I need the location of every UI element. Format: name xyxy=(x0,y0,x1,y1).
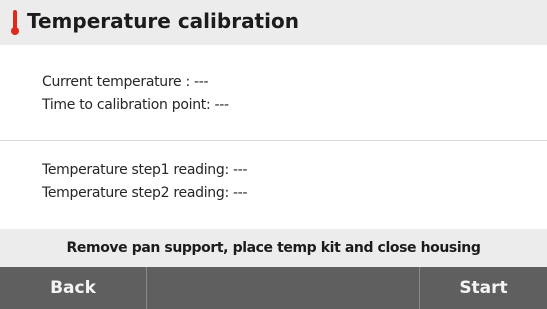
middle-softkey[interactable] xyxy=(147,267,420,309)
instruction-bar: Remove pan support, place temp kit and c… xyxy=(0,229,547,267)
step-readings-panel: Temperature step1 reading: --- Temperatu… xyxy=(0,141,547,229)
page-title: Temperature calibration xyxy=(27,9,299,33)
instruction-text: Remove pan support, place temp kit and c… xyxy=(66,240,481,256)
current-temperature-text: Current temperature : --- xyxy=(42,74,209,90)
step1-reading-text: Temperature step1 reading: --- xyxy=(42,162,248,178)
back-button[interactable]: Back xyxy=(0,267,147,309)
start-button[interactable]: Start xyxy=(420,267,547,309)
softkey-bar: Back Start xyxy=(0,267,547,309)
calibration-info-panel: Current temperature : --- Time to calibr… xyxy=(0,45,547,141)
time-to-calibration-point-text: Time to calibration point: --- xyxy=(42,97,229,113)
temperature-calibration-screen: Temperature calibration Current temperat… xyxy=(0,0,547,309)
thermometer-icon xyxy=(10,9,20,36)
title-bar: Temperature calibration xyxy=(0,0,547,45)
step2-reading-text: Temperature step2 reading: --- xyxy=(42,185,248,201)
